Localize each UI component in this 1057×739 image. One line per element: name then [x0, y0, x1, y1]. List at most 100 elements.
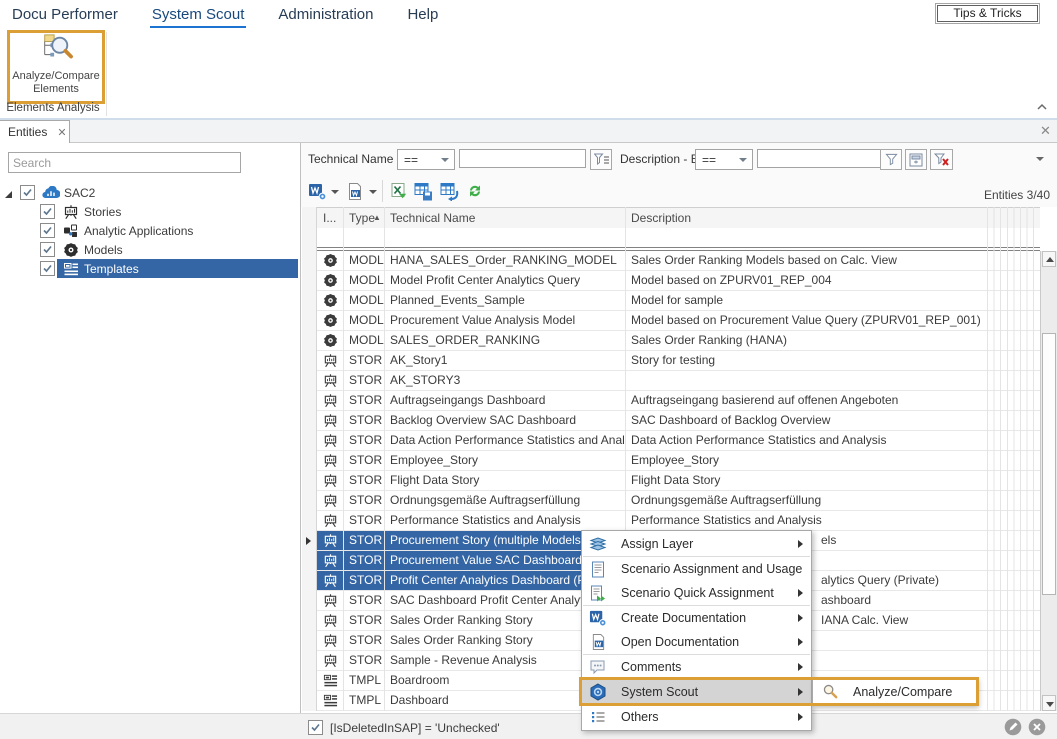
filter-field2-operator-value: == [702, 153, 716, 167]
tree-expander-icon[interactable] [4, 188, 13, 202]
save-grid-layout-button[interactable] [412, 181, 434, 201]
filter-field2-input[interactable] [757, 149, 883, 168]
story-icon [317, 631, 343, 650]
status-filter-checkbox[interactable] [308, 720, 323, 735]
tree-checkbox[interactable] [20, 185, 35, 200]
tree-item-stories[interactable]: Stories [0, 202, 300, 221]
description-cell: Story for testing [631, 351, 987, 370]
description-cell: Data Action Performance Statistics and A… [631, 431, 987, 450]
analyze-compare-menu-item[interactable]: Analyze/Compare [853, 685, 952, 699]
scrollbar-thumb[interactable] [1042, 333, 1056, 595]
type-cell: MODL [349, 251, 385, 270]
model-icon [317, 291, 343, 310]
type-cell: STOR [349, 371, 385, 390]
create-word-doc-dropdown-icon[interactable] [331, 190, 339, 194]
table-row[interactable]: STORPerformance Statistics and AnalysisP… [302, 511, 1040, 531]
story-icon [317, 451, 343, 470]
tree-item-sac2[interactable]: SAC2 [0, 183, 300, 202]
scroll-up-button[interactable] [1042, 251, 1056, 267]
vertical-scrollbar[interactable] [1040, 251, 1057, 711]
table-row[interactable]: STORData Action Performance Statistics a… [302, 431, 1040, 451]
tree-checkbox[interactable] [40, 242, 55, 257]
analyze-compare-elements-button[interactable]: Analyze/Compare Elements [7, 30, 105, 104]
chevron-down-icon [739, 158, 747, 162]
open-word-doc-dropdown-icon[interactable] [369, 190, 377, 194]
type-cell: STOR [349, 551, 385, 570]
context-menu-item-open-documentation[interactable]: Open Documentation [582, 630, 811, 654]
filter-field2-operator-select[interactable]: == [695, 149, 753, 170]
tab-close-icon[interactable]: ✕ [57, 126, 66, 139]
tree-item-templates[interactable]: Templates [0, 259, 300, 278]
column-header-description[interactable]: Description [631, 211, 691, 225]
tree-item-models[interactable]: Models [0, 240, 300, 259]
filter-funnel-button[interactable] [880, 149, 902, 170]
entities-sidebar: SAC2StoriesAnalytic ApplicationsModelsTe… [0, 143, 301, 713]
column-header-technical-name[interactable]: Technical Name [390, 211, 475, 225]
context-menu-item-others[interactable]: Others [582, 705, 811, 729]
filter-editor-button[interactable] [905, 149, 927, 170]
tree-checkbox[interactable] [40, 261, 55, 276]
tree-item-analytic-applications[interactable]: Analytic Applications [0, 221, 300, 240]
filter-field1-input[interactable] [459, 149, 586, 168]
context-menu-item-create-documentation[interactable]: Create Documentation [582, 606, 811, 630]
submenu-arrow-icon [798, 663, 803, 671]
context-menu-item-comments[interactable]: Comments [582, 655, 811, 679]
tree-checkbox[interactable] [40, 204, 55, 219]
context-menu-item-system-scout[interactable]: System Scout [582, 680, 811, 704]
filter-field1-label: Technical Name [308, 152, 393, 166]
panel-close-icon[interactable]: ✕ [1040, 124, 1051, 137]
main-menubar: Docu Performer System Scout Administration… [0, 0, 440, 28]
create-word-doc-button[interactable] [306, 181, 328, 201]
column-header-icon[interactable]: I... [323, 211, 336, 225]
filter-menu-button[interactable] [590, 149, 612, 170]
story-icon [317, 391, 343, 410]
refresh-button[interactable] [464, 181, 486, 201]
restore-grid-layout-button[interactable] [438, 181, 460, 201]
table-row[interactable]: STORFlight Data StoryFlight Data Story [302, 471, 1040, 491]
table-row[interactable]: STOROrdnungsgemäße AuftragserfüllungOrdn… [302, 491, 1040, 511]
story-icon [317, 371, 343, 390]
filter-field1-operator-select[interactable]: == [397, 149, 455, 170]
table-row[interactable]: STOREmployee_StoryEmployee_Story [302, 451, 1040, 471]
menu-item-docu-performer[interactable]: Docu Performer [10, 2, 120, 27]
table-row[interactable]: STORAK_STORY3 [302, 371, 1040, 391]
context-menu-item-scenario-assignment-and-usage[interactable]: Scenario Assignment and Usage [582, 557, 811, 581]
table-row[interactable]: MODLHANA_SALES_Order_RANKING_MODELSales … [302, 251, 1040, 271]
table-row[interactable]: MODLProcurement Value Analysis ModelMode… [302, 311, 1040, 331]
table-row[interactable]: MODLSALES_ORDER_RANKINGSales Order Ranki… [302, 331, 1040, 351]
table-row[interactable]: STORBacklog Overview SAC DashboardSAC Da… [302, 411, 1040, 431]
word-open-icon [589, 633, 607, 651]
grid-auto-filter-row[interactable] [302, 228, 1040, 247]
tab-entities[interactable]: Entities ✕ [0, 120, 70, 143]
description-cell: Model based on ZPURV01_REP_004 [631, 271, 987, 290]
open-word-doc-button[interactable] [344, 181, 366, 201]
menu-item-administration[interactable]: Administration [276, 2, 375, 27]
scroll-down-button[interactable] [1042, 695, 1056, 711]
tips-and-tricks-button[interactable]: Tips & Tricks [935, 3, 1040, 24]
clear-filter-button[interactable] [930, 149, 953, 170]
type-cell: STOR [349, 451, 385, 470]
filter-row-dropdown-icon[interactable] [1036, 157, 1044, 161]
table-row[interactable]: MODLPlanned_Events_SampleModel for sampl… [302, 291, 1040, 311]
tree-checkbox[interactable] [40, 223, 55, 238]
search-input[interactable] [8, 152, 241, 173]
export-excel-button[interactable] [388, 181, 410, 201]
context-menu-item-scenario-quick-assignment[interactable]: Scenario Quick Assignment [582, 581, 811, 605]
context-menu-item-label: Create Documentation [621, 611, 746, 625]
ribbon-group-separator [106, 32, 107, 116]
template-icon [61, 261, 80, 277]
type-cell: STOR [349, 531, 385, 550]
context-menu: Assign LayerScenario Assignment and Usag… [581, 530, 812, 731]
ribbon-collapse-chevron-icon[interactable] [1036, 101, 1050, 113]
edit-filter-icon[interactable] [1004, 718, 1022, 736]
close-filter-icon[interactable] [1028, 718, 1046, 736]
story-icon [317, 431, 343, 450]
table-row[interactable]: MODLModel Profit Center Analytics QueryM… [302, 271, 1040, 291]
column-header-type[interactable]: Type [349, 211, 375, 225]
table-row[interactable]: STORAK_Story1Story for testing [302, 351, 1040, 371]
context-menu-item-assign-layer[interactable]: Assign Layer [582, 532, 811, 556]
toolbar-separator [382, 180, 383, 202]
table-row[interactable]: STORAuftragseingangs DashboardAuftragsei… [302, 391, 1040, 411]
menu-item-system-scout[interactable]: System Scout [150, 2, 247, 27]
menu-item-help[interactable]: Help [405, 2, 440, 27]
